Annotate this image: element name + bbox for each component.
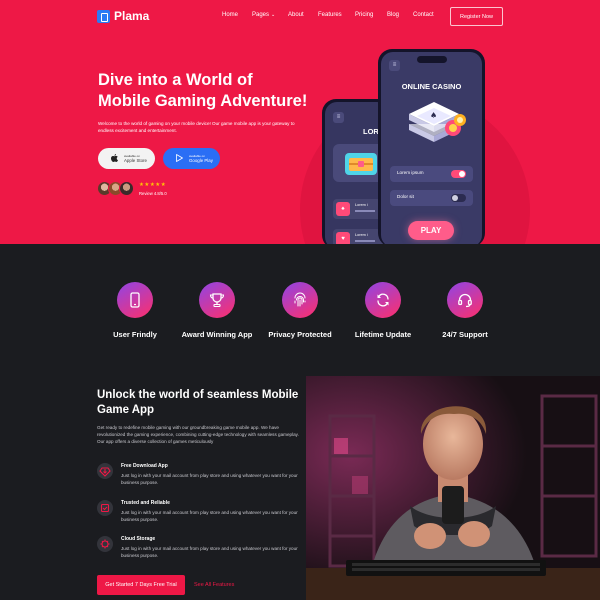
nav-link-features[interactable]: Features xyxy=(318,12,342,18)
phone-front-heading: ONLINE CASINO xyxy=(401,82,462,91)
apple-store-button[interactable]: available on Apple Store xyxy=(98,148,155,169)
list-item-title: Cloud Storage xyxy=(121,536,156,542)
google-play-label: Google Play xyxy=(189,158,213,163)
logo-text: Plama xyxy=(114,9,150,23)
list-item-description: Just log in with your mail account from … xyxy=(121,546,298,558)
google-play-text: available on Google Play xyxy=(189,154,213,163)
phone-front-screen: ≡ ONLINE CASINO ♠ Lorem ipsum Dolor sit … xyxy=(381,52,482,244)
avatar xyxy=(119,181,134,196)
see-all-features-link[interactable]: See All Features xyxy=(194,582,234,588)
row-title: Lorem i xyxy=(355,233,368,237)
feature-user-friendly: User Frindly xyxy=(90,282,180,339)
feature-support: 24/7 Support xyxy=(420,282,510,339)
list-icon-badge xyxy=(97,500,113,516)
list-icon-badge xyxy=(97,463,113,479)
card-icon: ♥ xyxy=(336,232,350,244)
chevron-down-icon: ⌄ xyxy=(271,12,276,18)
toggle-label: Lorem ipsum xyxy=(397,170,424,175)
nav-link-home[interactable]: Home xyxy=(222,12,238,18)
google-play-button[interactable]: available on Google Play xyxy=(163,148,220,169)
nav-link-blog[interactable]: Blog xyxy=(387,12,399,18)
rating-stars-icon: ★★★★★ xyxy=(139,182,167,188)
nav-link-pricing[interactable]: Pricing xyxy=(355,12,373,18)
nav-link-contact[interactable]: Contact xyxy=(413,12,434,18)
feature-icon-circle xyxy=(199,282,235,318)
list-item-cloud-storage: Cloud Storage Just log in with your mail… xyxy=(97,536,307,566)
navbar: Plama Home Pages ⌄ About Features Pricing… xyxy=(0,0,600,34)
row-title: Lorem i xyxy=(355,203,368,207)
feature-icon-circle xyxy=(365,282,401,318)
feature-privacy-protected: Privacy Protected xyxy=(255,282,345,339)
logo-icon xyxy=(97,9,110,23)
download-icon xyxy=(99,467,111,477)
toggle-switch-on[interactable] xyxy=(451,170,466,178)
nav-link-about[interactable]: About xyxy=(288,12,304,18)
logo[interactable]: Plama xyxy=(97,9,149,23)
hero-section: Plama Home Pages ⌄ About Features Pricing… xyxy=(0,0,600,244)
nav-link-pages-label: Pages xyxy=(252,12,270,18)
feature-lifetime-update: Lifetime Update xyxy=(338,282,428,339)
list-item-trusted: Trusted and Reliable Just log in with yo… xyxy=(97,500,307,530)
refresh-icon xyxy=(377,293,389,307)
nav-link-pages[interactable]: Pages ⌄ xyxy=(252,12,275,18)
casino-cards-chips-icon: ♠ xyxy=(409,102,466,142)
toggle-switch-off[interactable] xyxy=(451,194,466,202)
toggle-row-lorem: Lorem ipsum xyxy=(390,166,473,182)
toggle-label: Dolor sit xyxy=(397,194,414,199)
headset-icon xyxy=(458,293,472,308)
review-score: Review 4.8/5.0 xyxy=(139,191,167,196)
list-item-description: Just log in with your mail account from … xyxy=(121,510,298,522)
reviewer-avatars xyxy=(97,181,137,198)
row-placeholder xyxy=(355,210,375,212)
menu-icon: ≡ xyxy=(333,112,344,123)
apple-icon xyxy=(109,153,119,164)
phone-mockup-front: ≡ ONLINE CASINO ♠ Lorem ipsum Dolor sit … xyxy=(378,49,485,244)
free-trial-button[interactable]: Get Started 7 Days Free Trial xyxy=(97,575,185,595)
fingerprint-icon xyxy=(294,292,306,307)
feature-icon-circle xyxy=(117,282,153,318)
list-item-free-download: Free Download App Just log in with your … xyxy=(97,463,307,493)
svg-text:♠: ♠ xyxy=(430,111,437,120)
feature-icon-circle xyxy=(447,282,483,318)
list-item-title: Trusted and Reliable xyxy=(121,500,170,506)
shield-icon xyxy=(100,503,110,513)
hero-title: Dive into a World of Mobile Gaming Adven… xyxy=(98,71,308,110)
google-play-icon xyxy=(174,153,184,164)
feature-award-winning: Award Winning App xyxy=(172,282,262,339)
apple-store-text: available on Apple Store xyxy=(124,154,147,163)
cloud-icon xyxy=(100,539,110,549)
list-item-title: Free Download App xyxy=(121,463,168,469)
menu-icon: ≡ xyxy=(389,60,400,71)
toggle-row-dolor: Dolor sit xyxy=(390,190,473,206)
feature-label: User Frindly xyxy=(113,330,157,339)
feature-icon-circle xyxy=(282,282,318,318)
list-item-description: Just log in with your mail account from … xyxy=(121,473,298,485)
feature-label: 24/7 Support xyxy=(442,330,488,339)
hero-description: Welcome to the world of gaming on your m… xyxy=(98,121,295,133)
register-button[interactable]: Register Now xyxy=(450,7,503,26)
gamer-illustration xyxy=(306,376,600,600)
apple-store-label: Apple Store xyxy=(124,158,147,163)
treasure-chest-icon xyxy=(345,153,377,175)
gamer-photo xyxy=(306,376,600,600)
smartphone-icon xyxy=(130,292,140,308)
row-placeholder xyxy=(355,240,375,242)
about-title: Unlock the world of seamless Mobile Game… xyxy=(97,389,299,416)
list-icon-badge xyxy=(97,536,113,552)
play-button[interactable]: PLAY xyxy=(408,221,454,240)
trophy-icon xyxy=(209,293,225,308)
feature-label: Lifetime Update xyxy=(354,330,412,339)
feature-label: Award Winning App xyxy=(181,330,253,339)
phone-notch xyxy=(416,56,447,63)
about-description: Get ready to redefine mobile gaming with… xyxy=(97,425,299,444)
spade-icon: ♠ xyxy=(336,202,350,216)
feature-label: Privacy Protected xyxy=(268,330,332,339)
